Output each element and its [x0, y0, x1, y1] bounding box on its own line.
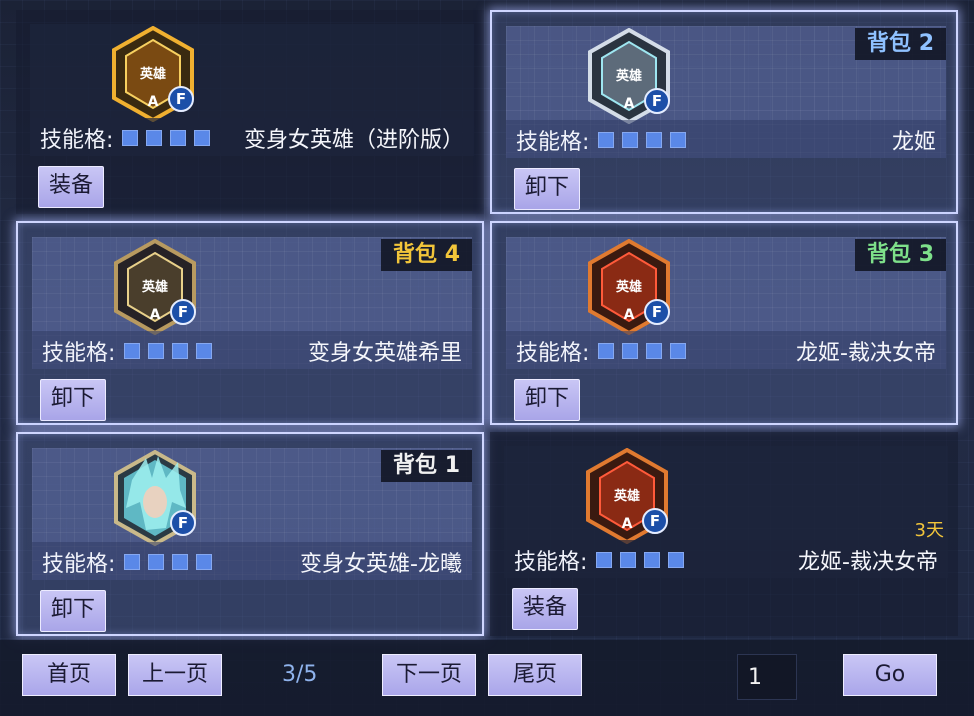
svg-text:英雄: 英雄 — [615, 68, 642, 84]
skill-slot[interactable] — [124, 554, 140, 570]
svg-text:英雄: 英雄 — [615, 279, 642, 295]
skill-slots-label: 技能格: — [42, 341, 116, 366]
backpack-badge: 背包 4 — [381, 239, 472, 271]
hero-name: 龙姬-裁决女帝 — [798, 550, 938, 575]
skill-slot[interactable] — [196, 554, 212, 570]
backpack-badge: 背包 1 — [381, 450, 472, 482]
first-page-button[interactable]: 首页 — [22, 654, 116, 696]
skill-slot[interactable] — [596, 552, 612, 568]
svg-text:A: A — [150, 307, 161, 323]
skill-slot[interactable] — [644, 552, 660, 568]
skill-slot[interactable] — [622, 343, 638, 359]
svg-text:英雄: 英雄 — [139, 66, 166, 82]
skill-slot[interactable] — [146, 130, 162, 146]
page-indicator: 3/5 — [282, 662, 318, 687]
hero-name: 龙姬 — [891, 130, 936, 155]
svg-text:A: A — [148, 94, 159, 110]
unequip-button[interactable]: 卸下 — [40, 379, 107, 421]
tier-f-badge: F — [170, 510, 196, 536]
hero-emblem-red-icon: 英雄 A F — [584, 448, 670, 544]
equip-button[interactable]: 装备 — [512, 588, 579, 630]
hero-name: 变身女英雄-龙曦 — [300, 552, 462, 577]
skill-row: 技能格: 变身女英雄（进阶版） — [30, 118, 474, 156]
hero-name: 变身女英雄希里 — [307, 341, 462, 366]
hero-card-6[interactable]: 3天 英雄 A F 技能格: 龙姬-裁决女帝 装备 — [490, 432, 958, 636]
svg-text:英雄: 英雄 — [141, 279, 168, 295]
skill-slot[interactable] — [646, 343, 662, 359]
unequip-button[interactable]: 卸下 — [514, 379, 581, 421]
skill-slots — [598, 132, 686, 148]
last-page-button[interactable]: 尾页 — [488, 654, 582, 696]
equip-button[interactable]: 装备 — [38, 166, 105, 208]
skill-slots — [122, 130, 210, 146]
skill-slot[interactable] — [194, 130, 210, 146]
skill-slots — [124, 343, 212, 359]
svg-text:A: A — [624, 96, 635, 112]
skill-slots — [598, 343, 686, 359]
hero-card-4[interactable]: 背包 3 英雄 A F 技能格: 龙姬-裁决女帝 卸下 — [490, 221, 958, 425]
hero-emblem-silver-icon: 英雄 A F — [586, 28, 672, 124]
skill-slot[interactable] — [598, 343, 614, 359]
hero-emblem-red-icon: 英雄 A F — [586, 239, 672, 335]
prev-page-button[interactable]: 上一页 — [128, 654, 222, 696]
skill-slots — [124, 554, 212, 570]
hero-card-3[interactable]: 背包 4 英雄 A F 技能格: 变身女英雄希里 卸下 — [16, 221, 484, 425]
hero-name: 变身女英雄（进阶版） — [243, 128, 464, 153]
skill-row: 技能格: 龙姬 — [506, 120, 946, 158]
hero-portrait-longxi-icon: F — [112, 450, 198, 546]
tier-f-badge: F — [642, 508, 668, 534]
skill-slot[interactable] — [646, 132, 662, 148]
skill-slot[interactable] — [598, 132, 614, 148]
skill-slots-label: 技能格: — [42, 552, 116, 577]
tier-f-badge: F — [644, 88, 670, 114]
skill-slot[interactable] — [620, 552, 636, 568]
svg-text:英雄: 英雄 — [613, 488, 640, 504]
skill-slot[interactable] — [122, 130, 138, 146]
skill-slot[interactable] — [170, 130, 186, 146]
skill-slot[interactable] — [172, 343, 188, 359]
skill-slots-label: 技能格: — [516, 341, 590, 366]
unequip-button[interactable]: 卸下 — [40, 590, 107, 632]
skill-slot[interactable] — [668, 552, 684, 568]
skill-slots — [596, 552, 684, 568]
tier-f-badge: F — [644, 299, 670, 325]
svg-text:A: A — [624, 307, 635, 323]
skill-slots-label: 技能格: — [514, 550, 588, 575]
skill-row: 技能格: 变身女英雄-龙曦 — [32, 542, 472, 580]
skill-row: 技能格: 变身女英雄希里 — [32, 331, 472, 369]
hero-card-5[interactable]: 背包 1 F 技能格: 变身女英雄-龙曦 卸下 — [16, 432, 484, 636]
unequip-button[interactable]: 卸下 — [514, 168, 581, 210]
skill-slots-label: 技能格: — [516, 130, 590, 155]
skill-slots-label: 技能格: — [40, 128, 114, 153]
skill-slot[interactable] — [670, 343, 686, 359]
skill-slot[interactable] — [670, 132, 686, 148]
skill-slot[interactable] — [148, 343, 164, 359]
hero-card-2[interactable]: 背包 2 英雄 A F 技能格: 龙姬 卸下 — [490, 10, 958, 214]
skill-slot[interactable] — [172, 554, 188, 570]
hero-emblem-dark-gold-icon: 英雄 A F — [112, 239, 198, 335]
skill-slot[interactable] — [196, 343, 212, 359]
skill-slot[interactable] — [124, 343, 140, 359]
tier-f-badge: F — [168, 86, 194, 112]
hero-card-1[interactable]: 英雄 A F 技能格: 变身女英雄（进阶版） 装备 — [16, 10, 484, 214]
skill-slot[interactable] — [622, 132, 638, 148]
page-number-input[interactable] — [737, 654, 797, 700]
pagination-bar: 首页 上一页 3/5 下一页 尾页 Go — [0, 640, 974, 716]
skill-row: 技能格: 龙姬-裁决女帝 — [506, 331, 946, 369]
backpack-badge: 背包 3 — [855, 239, 946, 271]
backpack-badge: 背包 2 — [855, 28, 946, 60]
duration-label: 3天 — [914, 520, 944, 541]
skill-slot[interactable] — [148, 554, 164, 570]
svg-text:A: A — [622, 516, 633, 532]
hero-emblem-gold-icon: 英雄 A F — [110, 26, 196, 122]
go-button[interactable]: Go — [843, 654, 937, 696]
skill-row: 技能格: 龙姬-裁决女帝 — [504, 540, 948, 578]
hero-name: 龙姬-裁决女帝 — [796, 341, 936, 366]
tier-f-badge: F — [170, 299, 196, 325]
next-page-button[interactable]: 下一页 — [382, 654, 476, 696]
